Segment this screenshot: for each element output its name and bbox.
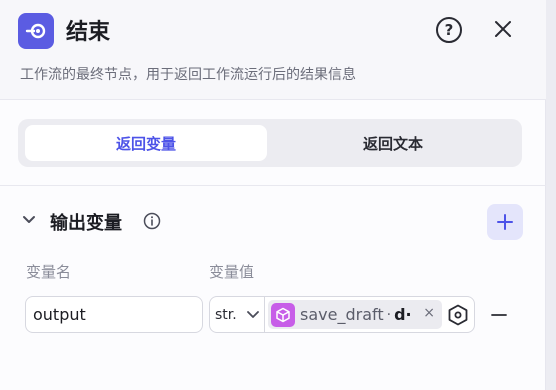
output-variables-title: 输出变量 <box>50 213 122 234</box>
type-select[interactable]: str. <box>210 297 265 332</box>
panel-header: 结束 ? 工作流的最终节点，用于返回工作流运行后的结果信息 <box>0 0 546 100</box>
remove-reference-icon[interactable]: × <box>423 305 435 321</box>
column-header-value: 变量值 <box>209 263 255 281</box>
variable-name-value: output <box>33 305 86 324</box>
return-mode-tabs: 返回变量 返回文本 <box>18 119 522 167</box>
tab-return-variables[interactable]: 返回变量 <box>25 125 267 161</box>
variable-value-field: str. save_draft · d· × <box>209 296 475 333</box>
minus-icon <box>491 314 507 316</box>
node-description: 工作流的最终节点，用于返回工作流运行后的结果信息 <box>20 67 356 83</box>
end-node-icon <box>18 13 54 49</box>
close-icon[interactable] <box>490 16 516 42</box>
page-title: 结束 <box>66 20 111 45</box>
variable-reference-tag[interactable]: save_draft · d· × <box>268 300 442 329</box>
reference-separator: · <box>386 306 392 323</box>
canvas-edge <box>546 0 556 390</box>
section-divider <box>0 185 546 186</box>
cube-icon <box>271 302 295 327</box>
info-icon[interactable] <box>143 212 161 230</box>
type-select-value: str. <box>215 306 237 323</box>
help-circle-icon[interactable]: ? <box>436 17 462 43</box>
variable-picker-icon[interactable] <box>446 303 470 327</box>
collapse-chevron-icon[interactable] <box>20 211 38 229</box>
help-glyph: ? <box>444 21 454 39</box>
remove-row-button[interactable] <box>488 304 510 326</box>
column-header-name: 变量名 <box>26 263 72 281</box>
add-variable-button[interactable] <box>487 204 523 240</box>
variable-name-input[interactable]: output <box>25 296 203 333</box>
tab-return-text[interactable]: 返回文本 <box>272 125 514 161</box>
reference-field-name: d· <box>394 305 412 324</box>
plus-icon <box>497 214 513 230</box>
reference-node-name: save_draft <box>300 305 384 324</box>
end-node-panel: 结束 ? 工作流的最终节点，用于返回工作流运行后的结果信息 返回变量 返回文本 … <box>0 0 546 390</box>
chevron-down-icon <box>247 311 259 318</box>
